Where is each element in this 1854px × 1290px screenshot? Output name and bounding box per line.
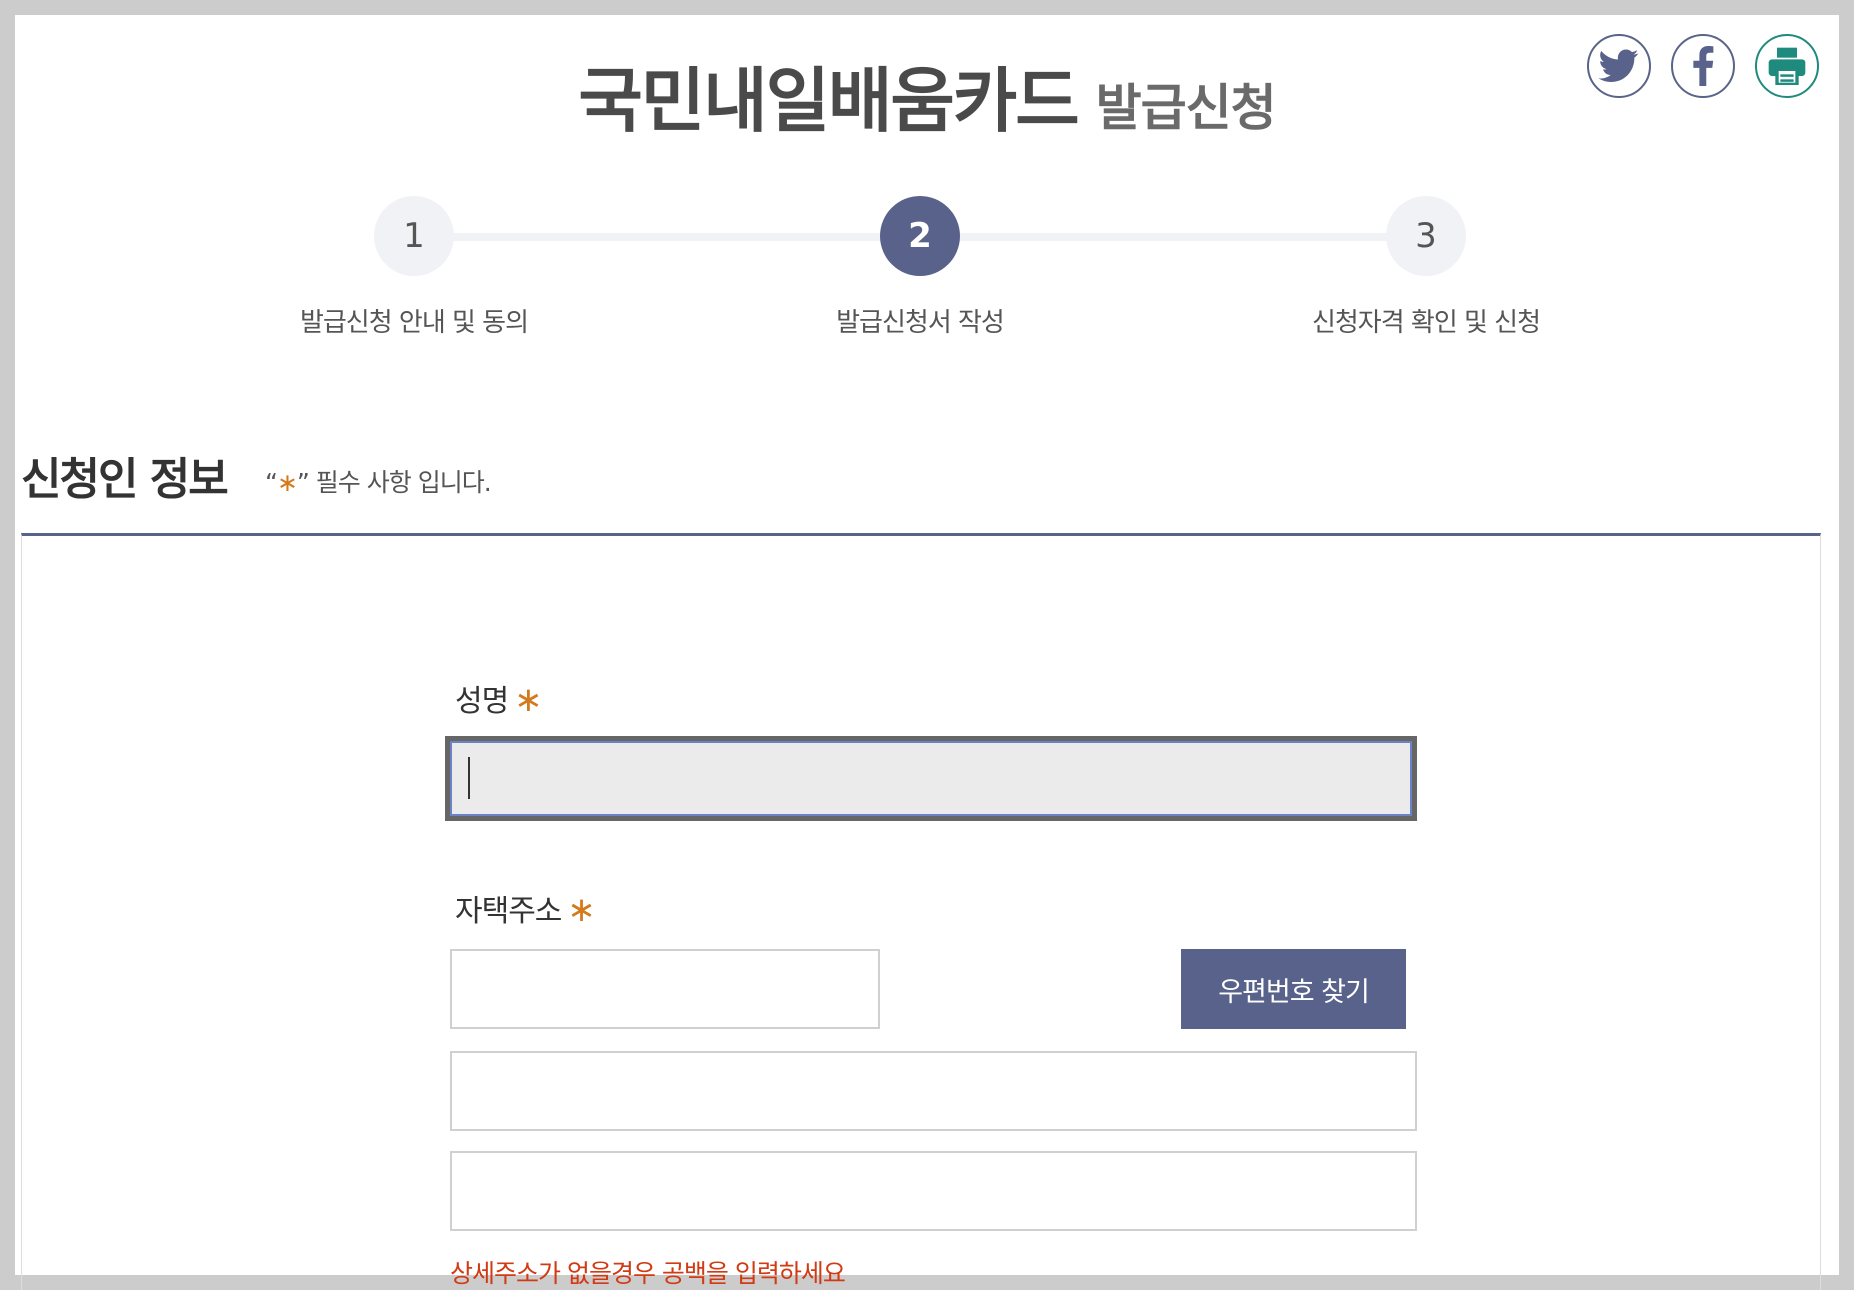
step-2-label: 발급신청서 작성	[836, 308, 1005, 338]
twitter-share-button[interactable]	[1587, 34, 1651, 98]
name-field-label: 성명 ∗	[455, 676, 543, 720]
zipcode-input[interactable]	[450, 949, 880, 1029]
step-connector	[387, 233, 895, 241]
text-caret	[468, 757, 470, 799]
detail-address-helper: 상세주소가 없을경우 공백을 입력하세요	[450, 1259, 846, 1288]
page-title: 국민내일배움카드 발급신청	[15, 45, 1839, 146]
progress-stepper: 1 2 3 발급신청 안내 및 동의 발급신청서 작성 신청자격 확인 및 신청	[15, 190, 1839, 340]
facebook-share-button[interactable]	[1671, 34, 1735, 98]
page-title-main: 국민내일배움카드	[578, 60, 1079, 142]
required-note-open: “	[265, 468, 278, 497]
page: 국민내일배움카드 발급신청 1 2 3 발급신청 안내 및 동의 발급신청서 작성…	[15, 15, 1839, 1290]
step-1-label: 발급신청 안내 및 동의	[299, 308, 529, 338]
twitter-icon	[1599, 49, 1639, 82]
required-note-star: ∗	[276, 468, 298, 497]
applicant-form: 성명 ∗ 자택주소 ∗ 우편번호 찾기 상세주소가 없을경우 공백을 입력하세요	[21, 533, 1821, 1290]
facebook-icon	[1693, 46, 1714, 86]
required-note-text: ” 필수 사항 입니다.	[296, 468, 492, 497]
section-title: 신청인 정보	[21, 454, 229, 505]
find-zipcode-button[interactable]: 우편번호 찾기	[1181, 949, 1406, 1029]
print-button[interactable]	[1755, 34, 1819, 98]
step-3-circle: 3	[1386, 196, 1466, 276]
address-input[interactable]	[450, 1051, 1417, 1131]
step-3-label: 신청자격 확인 및 신청	[1311, 308, 1541, 338]
required-mark: ∗	[514, 680, 542, 720]
required-mark: ∗	[567, 890, 595, 930]
step-1-circle: 1	[374, 196, 454, 276]
required-note: “∗” 필수 사항 입니다.	[265, 463, 492, 499]
name-label-text: 성명	[455, 684, 509, 719]
step-2-circle-active: 2	[880, 196, 960, 276]
name-input[interactable]	[445, 736, 1417, 821]
page-title-sub: 발급신청	[1095, 79, 1277, 137]
address-label-text: 자택주소	[455, 894, 562, 929]
detail-address-input[interactable]	[450, 1151, 1417, 1231]
step-connector	[959, 233, 1427, 241]
address-field-label: 자택주소 ∗	[455, 886, 596, 930]
print-icon	[1768, 47, 1806, 85]
